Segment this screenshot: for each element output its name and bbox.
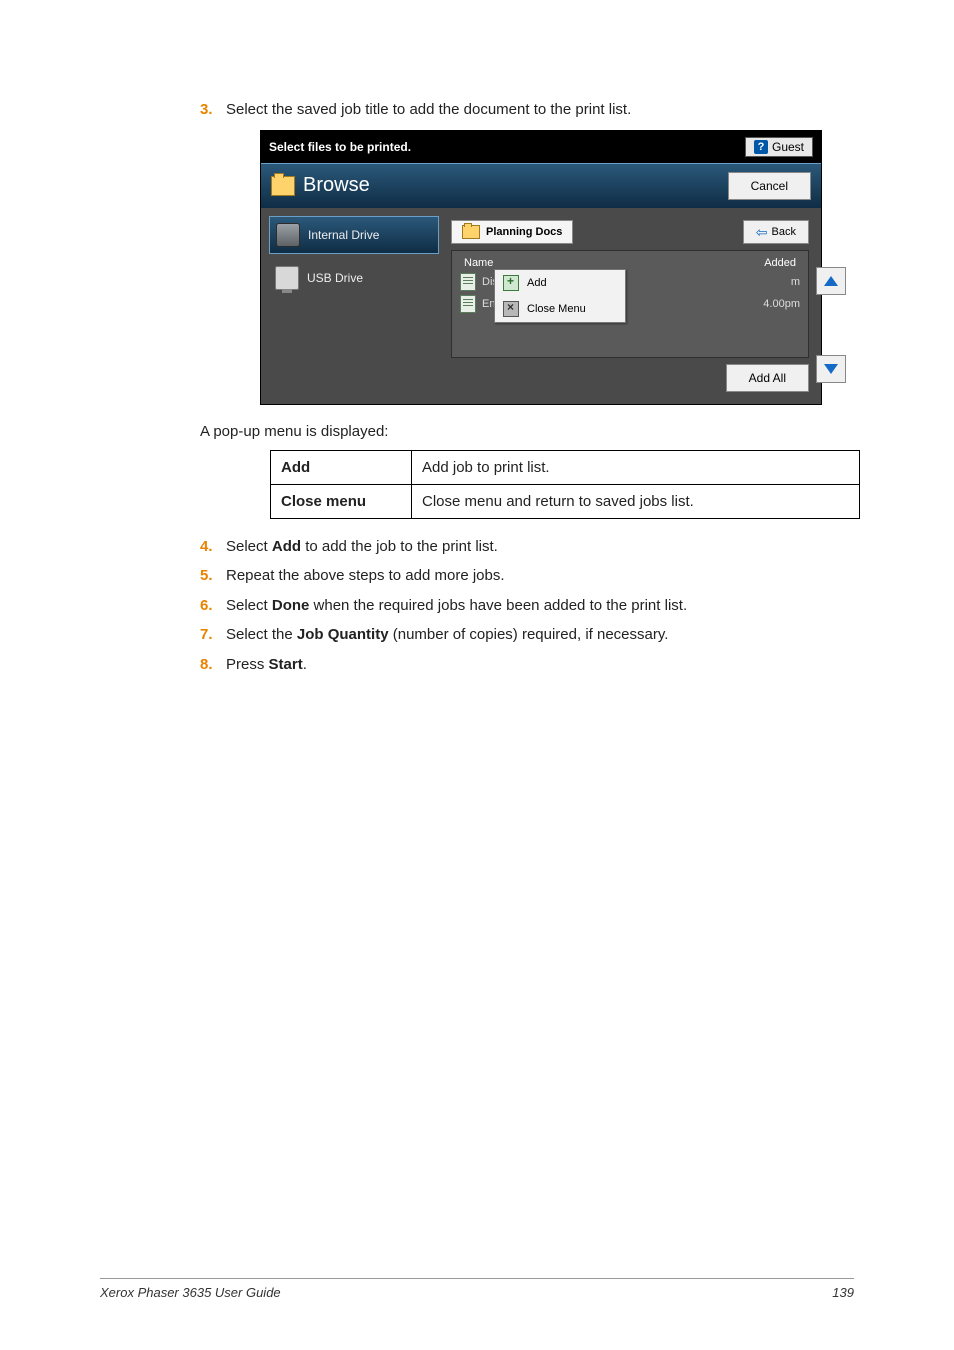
document-icon — [460, 295, 476, 313]
step-text-3: Select the saved job title to add the do… — [226, 100, 631, 120]
context-popup: Add Close Menu — [494, 269, 626, 323]
file-pane: Planning Docs ⇦ Back Name Added Dis — [447, 216, 813, 396]
drive-usb-label: USB Drive — [307, 271, 363, 285]
hdd-icon — [276, 223, 300, 247]
document-icon — [460, 273, 476, 291]
cancel-button[interactable]: Cancel — [728, 172, 811, 200]
drive-usb[interactable]: USB Drive — [269, 260, 439, 296]
step-text-6: Select Done when the required jobs have … — [226, 596, 687, 616]
chevron-up-icon — [824, 276, 838, 286]
step-text-5: Repeat the above steps to add more jobs. — [226, 566, 505, 586]
add-icon — [503, 275, 519, 291]
drive-list: Internal Drive USB Drive — [269, 216, 439, 396]
file-row-2-added: 4.00pm — [763, 298, 800, 310]
footer-page-number: 139 — [832, 1285, 854, 1300]
browse-folder-icon — [271, 176, 295, 196]
current-folder-label: Planning Docs — [486, 226, 562, 238]
back-label: Back — [772, 226, 796, 238]
step-number-5: 5. — [200, 567, 226, 584]
popup-table-add-val: Add job to print list. — [412, 450, 860, 484]
step-number-7: 7. — [200, 626, 226, 643]
close-icon — [503, 301, 519, 317]
step-text-8: Press Start. — [226, 655, 307, 675]
popup-close-menu[interactable]: Close Menu — [495, 296, 625, 322]
col-name: Name — [464, 257, 493, 269]
step-text-4: Select Add to add the job to the print l… — [226, 537, 498, 557]
folder-icon — [462, 225, 480, 239]
scroll-up-button[interactable] — [816, 267, 846, 295]
popup-table-close-val: Close menu and return to saved jobs list… — [412, 484, 860, 518]
drive-internal-label: Internal Drive — [308, 228, 379, 242]
back-arrow-icon: ⇦ — [756, 225, 768, 239]
touchscreen-screenshot: Select files to be printed. ? Guest Brow… — [260, 130, 822, 405]
scroll-down-button[interactable] — [816, 355, 846, 383]
popup-table-add-key: Add — [271, 450, 412, 484]
step-number-6: 6. — [200, 597, 226, 614]
step-number-4: 4. — [200, 538, 226, 555]
col-added: Added — [764, 257, 796, 269]
file-listing: Name Added Dis m Endeavors 4.00pm — [451, 250, 809, 358]
back-button[interactable]: ⇦ Back — [743, 220, 809, 244]
help-icon: ? — [754, 140, 768, 154]
popup-close-label: Close Menu — [527, 303, 586, 315]
step-number-8: 8. — [200, 656, 226, 673]
popup-add-label: Add — [527, 277, 547, 289]
guest-button[interactable]: ? Guest — [745, 137, 813, 157]
drive-internal[interactable]: Internal Drive — [269, 216, 439, 254]
chevron-down-icon — [824, 364, 838, 374]
file-row-1-added: m — [791, 276, 800, 288]
footer-left: Xerox Phaser 3635 User Guide — [100, 1285, 281, 1300]
step-text-7: Select the Job Quantity (number of copie… — [226, 625, 668, 645]
popup-table-close-key: Close menu — [271, 484, 412, 518]
step-number-3: 3. — [200, 101, 226, 118]
browse-text: Browse — [303, 174, 370, 197]
guest-label: Guest — [772, 140, 804, 154]
current-folder[interactable]: Planning Docs — [451, 220, 573, 244]
popup-intro-text: A pop-up menu is displayed: — [200, 423, 854, 440]
screen-title: Select files to be printed. — [269, 140, 411, 154]
usb-icon — [275, 266, 299, 290]
add-all-button[interactable]: Add All — [726, 364, 809, 392]
popup-add[interactable]: Add — [495, 270, 625, 296]
browse-heading: Browse — [271, 174, 370, 197]
popup-description-table: Add Add job to print list. Close menu Cl… — [270, 450, 860, 519]
